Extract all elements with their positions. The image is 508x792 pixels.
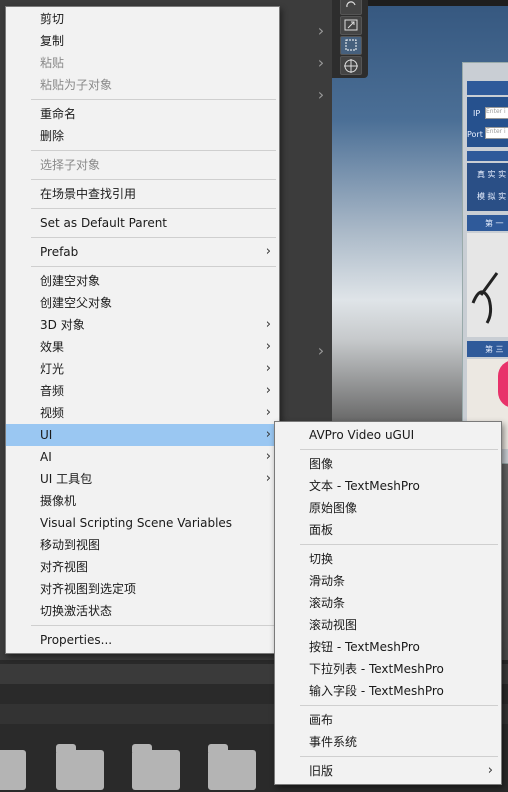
menu-item-move-to-view[interactable]: 移动到视图	[6, 534, 279, 556]
chevron-right-icon: ›	[487, 763, 493, 778]
rect-tool-icon[interactable]	[340, 36, 362, 55]
menu-separator	[31, 237, 276, 238]
ip-input[interactable]: Enter i	[485, 107, 508, 119]
real-experiment-button[interactable]: 真 实 实	[477, 169, 506, 180]
menu-item-visual-scripting-vars[interactable]: Visual Scripting Scene Variables	[6, 512, 279, 534]
menu-item-camera[interactable]: 摄像机	[6, 490, 279, 512]
chevron-right-icon: ›	[265, 471, 271, 486]
chevron-right-icon: ›	[265, 317, 271, 332]
chevron-right-icon: ›	[265, 244, 271, 259]
menu-item-select-children[interactable]: 选择子对象	[6, 154, 279, 176]
submenu-item-button-tmp[interactable]: 按钮 - TextMeshPro	[275, 636, 501, 658]
folder-icon[interactable]	[56, 744, 104, 790]
menu-item-audio[interactable]: 音频 ›	[6, 380, 279, 402]
menu-item-paste-as-child[interactable]: 粘贴为子对象	[6, 74, 279, 96]
chevron-right-icon: ›	[265, 405, 271, 420]
submenu-item-scroll-view[interactable]: 滚动视图	[275, 614, 501, 636]
submenu-item-panel[interactable]: 面板	[275, 519, 501, 541]
folder-icon[interactable]	[132, 744, 180, 790]
submenu-item-scrollbar[interactable]: 滚动条	[275, 592, 501, 614]
ip-label: IP	[473, 109, 481, 118]
menu-separator	[31, 625, 276, 626]
menu-item-cut[interactable]: 剪切	[6, 8, 279, 30]
menu-item-create-empty-parent[interactable]: 创建空父对象	[6, 292, 279, 314]
menu-item-create-empty[interactable]: 创建空对象	[6, 270, 279, 292]
port-input[interactable]: Enter i	[485, 127, 508, 139]
menu-item-effects[interactable]: 效果 ›	[6, 336, 279, 358]
chevron-right-icon: ›	[265, 449, 271, 464]
menu-item-align-with-view[interactable]: 对齐视图	[6, 556, 279, 578]
submenu-item-slider[interactable]: 滑动条	[275, 570, 501, 592]
canvas-preview: IP Enter i Port Enter i 真 实 实 模 拟 实 第 一 …	[462, 62, 508, 464]
scene-image	[467, 233, 508, 337]
submenu-item-event-system[interactable]: 事件系统	[275, 731, 501, 753]
chevron-right-icon: ›	[265, 339, 271, 354]
chevron-right-icon: ›	[265, 383, 271, 398]
menu-item-prefab[interactable]: Prefab ›	[6, 241, 279, 263]
section-header-1: 第 一	[485, 219, 504, 228]
menu-separator	[300, 544, 498, 545]
scale-tool-icon[interactable]	[340, 16, 362, 35]
chevron-right-icon[interactable]: ›	[314, 23, 328, 39]
menu-item-light[interactable]: 灯光 ›	[6, 358, 279, 380]
submenu-item-image[interactable]: 图像	[275, 453, 501, 475]
chevron-right-icon[interactable]: ›	[314, 55, 328, 71]
menu-separator	[300, 756, 498, 757]
submenu-item-dropdown-tmp[interactable]: 下拉列表 - TextMeshPro	[275, 658, 501, 680]
menu-item-set-default-parent[interactable]: Set as Default Parent	[6, 212, 279, 234]
menu-separator	[31, 99, 276, 100]
submenu-item-avpro-video[interactable]: AVPro Video uGUI	[275, 424, 501, 446]
submenu-item-text-tmp[interactable]: 文本 - TextMeshPro	[275, 475, 501, 497]
menu-separator	[31, 208, 276, 209]
port-label: Port	[467, 130, 483, 139]
menu-separator	[31, 179, 276, 180]
menu-item-video[interactable]: 视频 ›	[6, 402, 279, 424]
chevron-right-icon: ›	[265, 361, 271, 376]
menu-item-3d-object[interactable]: 3D 对象 ›	[6, 314, 279, 336]
submenu-item-toggle[interactable]: 切换	[275, 548, 501, 570]
submenu-item-raw-image[interactable]: 原始图像	[275, 497, 501, 519]
menu-item-rename[interactable]: 重命名	[6, 103, 279, 125]
submenu-item-canvas[interactable]: 画布	[275, 709, 501, 731]
folder-icon[interactable]	[208, 744, 256, 790]
menu-item-properties[interactable]: Properties...	[6, 629, 279, 651]
chevron-right-icon: ›	[265, 427, 271, 442]
menu-item-paste[interactable]: 粘贴	[6, 52, 279, 74]
scene-toolbar	[332, 0, 368, 78]
submenu-item-input-field-tmp[interactable]: 输入字段 - TextMeshPro	[275, 680, 501, 702]
menu-item-ui-toolkit[interactable]: UI 工具包 ›	[6, 468, 279, 490]
menu-separator	[31, 266, 276, 267]
menu-item-toggle-active[interactable]: 切换激活状态	[6, 600, 279, 622]
chevron-right-icon[interactable]: ›	[314, 87, 328, 103]
transform-tool-icon[interactable]	[340, 56, 362, 75]
menu-item-ai[interactable]: AI ›	[6, 446, 279, 468]
ui-submenu: AVPro Video uGUI 图像 文本 - TextMeshPro 原始图…	[274, 421, 502, 785]
menu-separator	[31, 150, 276, 151]
menu-separator	[300, 705, 498, 706]
menu-item-ui[interactable]: UI ›	[6, 424, 279, 446]
menu-item-delete[interactable]: 删除	[6, 125, 279, 147]
folder-icon[interactable]	[0, 750, 26, 790]
submenu-item-legacy[interactable]: 旧版 ›	[275, 760, 501, 782]
section-header-3: 第 三	[485, 345, 504, 354]
sim-experiment-button[interactable]: 模 拟 实	[477, 191, 506, 202]
menu-item-find-references[interactable]: 在场景中查找引用	[6, 183, 279, 205]
menu-item-copy[interactable]: 复制	[6, 30, 279, 52]
menu-separator	[300, 449, 498, 450]
rotate-tool-icon[interactable]	[340, 0, 362, 15]
context-menu: 剪切 复制 粘贴 粘贴为子对象 重命名 删除 选择子对象 在场景中查找引用 Se…	[5, 6, 280, 654]
chevron-right-icon[interactable]: ›	[314, 343, 328, 359]
menu-item-align-view-to-selected[interactable]: 对齐视图到选定项	[6, 578, 279, 600]
